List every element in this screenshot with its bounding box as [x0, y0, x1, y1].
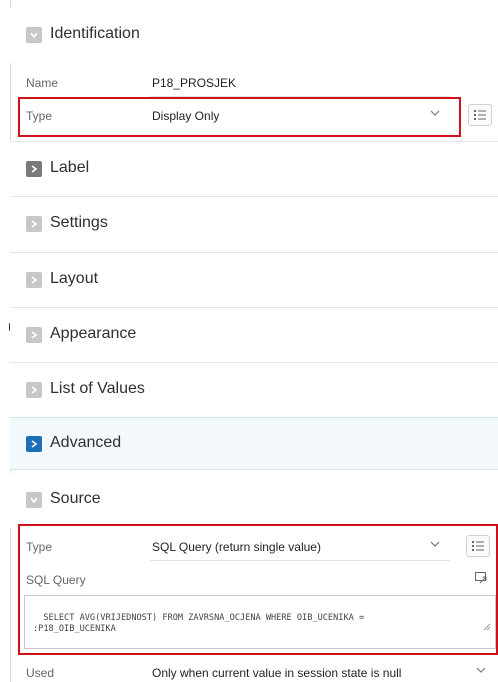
chevron-right-icon: [26, 161, 42, 177]
list-icon[interactable]: [468, 104, 492, 126]
section-layout[interactable]: Layout: [10, 252, 498, 307]
highlight-source-block: [18, 524, 498, 655]
chevron-right-icon: [26, 382, 42, 398]
section-title: Layout: [50, 270, 99, 287]
section-settings[interactable]: Settings: [10, 196, 498, 251]
section-identification[interactable]: Identification: [10, 8, 498, 63]
section-title: Advanced: [50, 434, 122, 451]
used-label: Used: [26, 666, 55, 680]
section-source[interactable]: Source: [10, 473, 498, 528]
chevron-down-icon[interactable]: [476, 664, 486, 678]
name-value[interactable]: P18_PROSJEK: [152, 76, 236, 90]
section-list-of-values[interactable]: List of Values: [10, 362, 498, 417]
section-title: Label: [50, 159, 90, 176]
used-select[interactable]: Only when current value in session state…: [152, 666, 401, 680]
chevron-right-icon: [26, 436, 42, 452]
section-title: Source: [50, 490, 101, 507]
section-title: List of Values: [50, 380, 145, 397]
section-title: Appearance: [50, 325, 137, 342]
chevron-down-icon: [26, 27, 42, 43]
chevron-right-icon: [26, 216, 42, 232]
section-advanced[interactable]: Advanced: [10, 417, 498, 470]
section-title: Settings: [50, 214, 108, 231]
section-appearance[interactable]: Appearance: [10, 307, 498, 362]
section-label[interactable]: Label: [10, 141, 498, 196]
chevron-right-icon: [26, 327, 42, 343]
chevron-right-icon: [26, 272, 42, 288]
chevron-down-icon: [26, 492, 42, 508]
highlight-type-row: [18, 97, 461, 137]
section-title: Identification: [50, 25, 140, 42]
name-label: Name: [26, 76, 59, 90]
